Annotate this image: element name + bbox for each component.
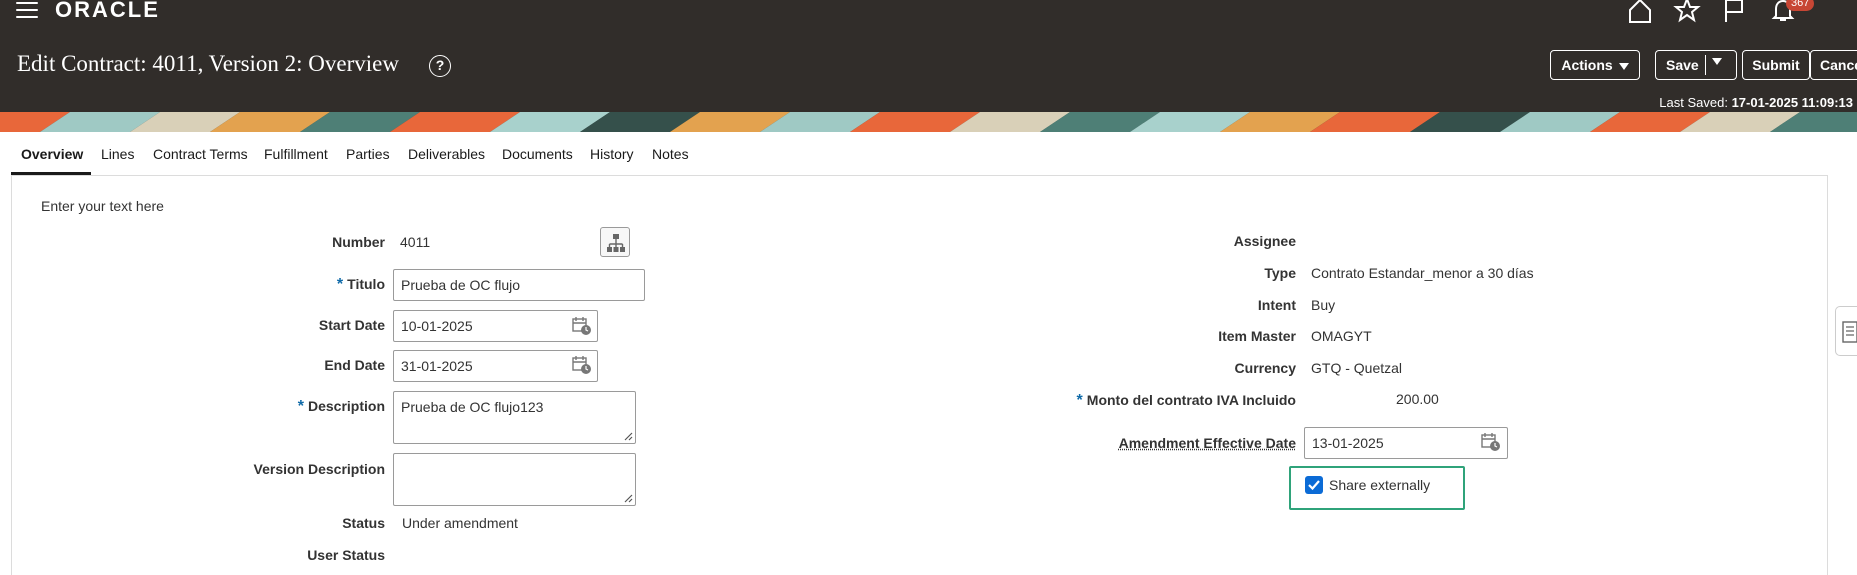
currency-label: Currency — [1234, 360, 1296, 376]
share-externally-checkbox[interactable] — [1305, 476, 1323, 494]
type-value: Contrato Estandar_menor a 30 días — [1311, 265, 1534, 281]
monto-label-text: Monto del contrato IVA Incluido — [1086, 392, 1296, 408]
tab-contract-terms[interactable]: Contract Terms — [153, 146, 248, 162]
monto-value: 200.00 — [1396, 391, 1439, 407]
description-textarea[interactable]: Prueba de OC flujo123 — [393, 391, 636, 444]
cancel-button[interactable]: Cancel — [1810, 50, 1857, 80]
tab-notes[interactable]: Notes — [652, 146, 689, 162]
titulo-label-text: Titulo — [347, 276, 385, 292]
star-icon[interactable] — [1673, 0, 1701, 24]
currency-value: GTQ - Quetzal — [1311, 360, 1403, 376]
help-icon[interactable]: ? — [429, 55, 451, 77]
tab-lines[interactable]: Lines — [101, 146, 134, 162]
last-saved-label: Last Saved: — [1659, 95, 1728, 110]
calendar-icon[interactable] — [572, 316, 592, 336]
save-split-divider — [1705, 55, 1706, 75]
end-date-input[interactable]: 31-01-2025 — [393, 350, 598, 382]
checkmark-icon — [1308, 480, 1320, 491]
tab-fulfillment[interactable]: Fulfillment — [264, 146, 328, 162]
description-label: * Description — [280, 398, 385, 416]
description-label-text: Description — [307, 398, 385, 414]
tab-deliverables[interactable]: Deliverables — [408, 146, 485, 162]
start-date-input[interactable]: 10-01-2025 — [393, 310, 598, 342]
resize-handle-icon[interactable] — [623, 493, 633, 503]
item-master-label: Item Master — [1218, 328, 1296, 344]
overview-panel — [11, 175, 1828, 575]
actions-button[interactable]: Actions — [1550, 50, 1640, 80]
tab-parties[interactable]: Parties — [346, 146, 390, 162]
number-label: Number — [332, 234, 385, 250]
decorative-banner — [0, 112, 1857, 132]
item-master-value: OMAGYT — [1311, 328, 1372, 344]
side-panel-toggle[interactable] — [1835, 306, 1857, 356]
intent-label: Intent — [1257, 297, 1296, 313]
save-menu-chevron-icon[interactable] — [1712, 58, 1722, 65]
save-button-label: Save — [1666, 57, 1699, 73]
tab-overview[interactable]: Overview — [21, 146, 83, 162]
type-label: Type — [1264, 265, 1296, 281]
intent-value: Buy — [1311, 297, 1336, 313]
page-title: Edit Contract: 4011, Version 2: Overview — [17, 51, 399, 76]
calendar-icon[interactable] — [572, 355, 592, 375]
end-date-label: End Date — [324, 357, 385, 373]
tab-documents[interactable]: Documents — [502, 146, 573, 162]
required-marker: * — [336, 276, 344, 293]
menu-icon[interactable] — [16, 2, 38, 20]
chevron-down-icon — [1618, 62, 1629, 70]
last-saved-value: 17-01-2025 11:09:13 — [1731, 95, 1853, 110]
required-marker: * — [297, 398, 304, 415]
status-label: Status — [342, 515, 385, 531]
titulo-label: * Titulo — [300, 276, 385, 294]
monto-label: * Monto del contrato IVA Incluido — [1000, 392, 1296, 410]
calendar-icon[interactable] — [1481, 432, 1501, 452]
actions-button-label: Actions — [1561, 57, 1613, 73]
resize-handle-icon[interactable] — [623, 431, 633, 441]
last-saved-info: Last Saved: 17-01-2025 11:09:13 — [1659, 95, 1853, 110]
titulo-input[interactable]: Prueba de OC flujo — [393, 269, 645, 301]
save-button[interactable]: Save — [1655, 50, 1737, 80]
version-description-textarea[interactable] — [393, 453, 636, 506]
submit-button-label: Submit — [1752, 57, 1800, 73]
amendment-effective-date-label: Amendment Effective Date — [1118, 435, 1296, 451]
required-marker: * — [1076, 392, 1083, 409]
notification-count-badge: 367 — [1786, 0, 1815, 11]
amendment-effective-date-input[interactable]: 13-01-2025 — [1304, 427, 1508, 459]
description-value: Prueba de OC flujo123 — [401, 399, 544, 415]
hint-text: Enter your text here — [41, 198, 164, 214]
cancel-button-label: Cancel — [1820, 57, 1857, 73]
submit-button[interactable]: Submit — [1742, 50, 1810, 80]
hierarchy-icon — [607, 234, 625, 252]
oracle-logo: ORACLE — [55, 0, 160, 22]
status-value: Under amendment — [402, 515, 518, 531]
tab-history[interactable]: History — [590, 146, 634, 162]
version-description-label: Version Description — [253, 461, 385, 477]
tab-bar: Overview Lines Contract Terms Fulfillmen… — [0, 132, 1857, 174]
home-icon[interactable] — [1626, 0, 1654, 24]
flag-icon[interactable] — [1720, 0, 1748, 24]
panel-icon — [1842, 321, 1857, 343]
global-header: ORACLE 367 Edit Contract: 4011, Version … — [0, 0, 1857, 112]
hierarchy-button[interactable] — [600, 227, 630, 257]
user-status-label: User Status — [307, 547, 385, 563]
share-externally-label[interactable]: Share externally — [1329, 477, 1430, 493]
start-date-label: Start Date — [318, 317, 385, 333]
assignee-label: Assignee — [1233, 233, 1296, 249]
number-value: 4011 — [400, 234, 431, 250]
